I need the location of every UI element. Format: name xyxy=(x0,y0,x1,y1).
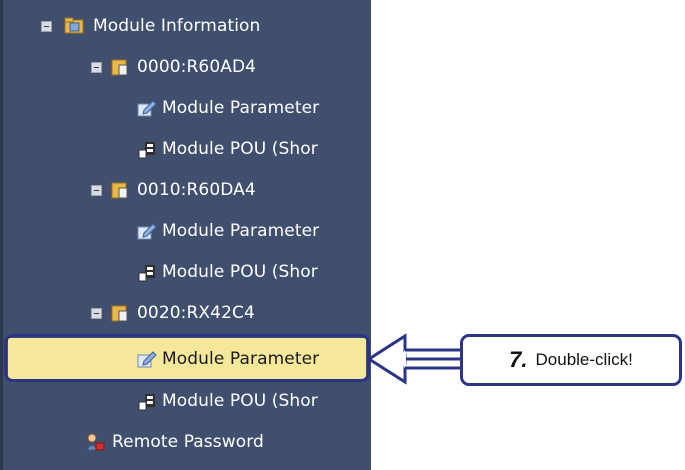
callout-message: Double-click! xyxy=(535,350,633,369)
instruction-callout: 7. Double-click! xyxy=(460,334,682,386)
step-number: 7. xyxy=(509,347,528,372)
callout-arrow xyxy=(366,333,466,385)
